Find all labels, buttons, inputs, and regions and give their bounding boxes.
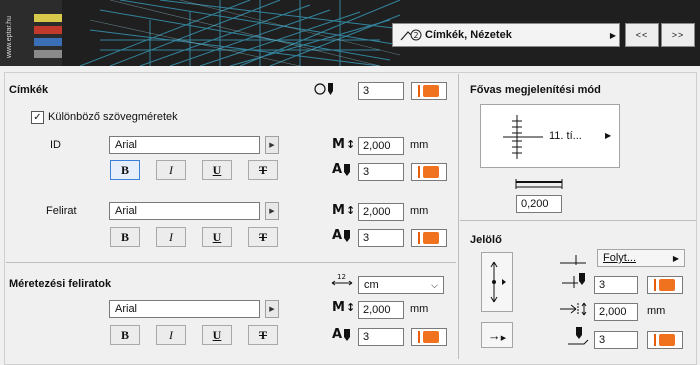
main-view-section-title: Fővas megjelenítési mód	[470, 84, 601, 96]
main-view-width-input[interactable]: 0,200	[516, 195, 562, 213]
label-pen-color[interactable]	[411, 82, 447, 100]
caption-size-unit: mm	[410, 205, 429, 217]
marker-pen-icon	[562, 273, 585, 288]
dimension-unit-icon: 12	[330, 272, 354, 291]
marker-spacing-input[interactable]: 2,000	[594, 303, 638, 321]
label-pen-icon	[314, 81, 336, 97]
line-type-picker[interactable]: Folyt... ▶	[597, 249, 685, 267]
dimension-underline-button[interactable]: U	[202, 325, 232, 345]
label-pen-input[interactable]: 3	[358, 82, 404, 100]
id-label: ID	[50, 139, 61, 151]
id-bold-button[interactable]: B	[110, 160, 140, 180]
caption-pen-input[interactable]: 3	[358, 229, 404, 247]
svg-text:12: 12	[337, 273, 346, 281]
dimension-unit-value: cm	[364, 279, 379, 291]
line-type-value: Folyt...	[603, 252, 637, 264]
vertical-marker-icon	[490, 261, 506, 303]
id-pen-input[interactable]: 3	[358, 163, 404, 181]
column-divider	[458, 74, 459, 359]
prev-panel-button[interactable]: <<	[625, 23, 659, 47]
dimension-font-arrow-button[interactable]: ▶	[265, 300, 279, 318]
caption-label: Felirat	[46, 205, 77, 217]
logo-swatch-yellow	[34, 14, 62, 22]
marker-pen-color[interactable]	[647, 276, 683, 294]
marker-spacing-icon	[560, 302, 587, 316]
dimension-size-input[interactable]: 2,000	[358, 301, 404, 319]
rebar-symbol-icon	[503, 115, 543, 159]
section-divider-left	[6, 262, 456, 263]
dimension-size-unit: mm	[410, 303, 429, 315]
marker-text-pen-color[interactable]	[647, 331, 683, 349]
caption-font-arrow-button[interactable]: ▶	[265, 202, 279, 220]
caption-size-input[interactable]: 2,000	[358, 203, 404, 221]
dimension-italic-button[interactable]: I	[156, 325, 186, 345]
chevron-down-icon: ⌵	[431, 279, 438, 290]
main-view-type-picker[interactable]: 11. tí... ▶	[480, 104, 620, 168]
dimension-unit-select[interactable]: cm ⌵	[358, 276, 444, 294]
id-underline-button[interactable]: U	[202, 160, 232, 180]
logo-swatch-red	[34, 26, 62, 34]
text-pen-icon: A	[332, 162, 351, 177]
panel-nav-dropdown[interactable]: 2 Címkék, Nézetek ▶	[392, 23, 620, 47]
logo-swatch-blue	[34, 38, 62, 46]
main-view-type-value: 11. tí...	[549, 130, 582, 142]
labels-panel-icon: 2	[400, 29, 422, 41]
brand-text: www.eptar.hu	[6, 15, 13, 58]
text-size-icon: M ↕	[332, 137, 356, 152]
arrow-right-icon: ▶	[605, 131, 612, 140]
text-pen-icon: A	[332, 228, 351, 243]
id-font-arrow-button[interactable]: ▶	[265, 136, 279, 154]
caption-italic-button[interactable]: I	[156, 227, 186, 247]
dimension-strikethrough-button[interactable]: T	[248, 325, 278, 345]
id-italic-button[interactable]: I	[156, 160, 186, 180]
section-divider-right	[460, 220, 696, 221]
caption-underline-button[interactable]: U	[202, 227, 232, 247]
caption-pen-color[interactable]	[411, 229, 447, 247]
marker-text-pen-icon	[568, 327, 589, 345]
id-font-input[interactable]: Arial	[109, 136, 260, 154]
id-size-input[interactable]: 2,000	[358, 137, 404, 155]
caption-strikethrough-button[interactable]: T	[248, 227, 278, 247]
dimension-bold-button[interactable]: B	[110, 325, 140, 345]
marker-spacing-unit: mm	[647, 305, 666, 317]
text-size-icon: M ↕	[332, 203, 356, 218]
marker-text-pen-input[interactable]: 3	[594, 331, 638, 349]
panel-nav-title: Címkék, Nézetek	[425, 29, 512, 41]
dimension-section-title: Méretezési feliratok	[9, 278, 112, 290]
id-size-unit: mm	[410, 139, 429, 151]
dimension-font-input[interactable]: Arial	[109, 300, 260, 318]
text-pen-icon: A	[332, 327, 351, 342]
arrow-right-icon: ▶	[672, 253, 679, 263]
arrow-right-icon: →▶	[487, 327, 507, 343]
marker-arrow-button[interactable]: →▶	[481, 322, 513, 348]
dropdown-arrow-icon: ▶	[609, 30, 617, 40]
dimension-pen-color[interactable]	[411, 328, 447, 346]
id-strikethrough-button[interactable]: T	[248, 160, 278, 180]
next-panel-button[interactable]: >>	[661, 23, 695, 47]
id-pen-color[interactable]	[411, 163, 447, 181]
text-size-icon: M ↕	[332, 300, 356, 315]
different-sizes-checkbox[interactable]: ✓	[31, 111, 44, 124]
marker-section-title: Jelölő	[470, 234, 502, 246]
marker-orientation-button[interactable]	[481, 252, 513, 312]
line-width-icon	[515, 179, 563, 189]
caption-bold-button[interactable]: B	[110, 227, 140, 247]
labels-section-title: Címkék	[9, 84, 49, 96]
marker-pen-input[interactable]: 3	[594, 276, 638, 294]
dimension-pen-input[interactable]: 3	[358, 328, 404, 346]
caption-font-input[interactable]: Arial	[109, 202, 260, 220]
logo-swatch-gray	[34, 50, 62, 58]
svg-text:2: 2	[414, 31, 419, 40]
line-type-icon	[560, 255, 586, 265]
different-sizes-label: Különböző szövegméretek	[48, 111, 178, 123]
